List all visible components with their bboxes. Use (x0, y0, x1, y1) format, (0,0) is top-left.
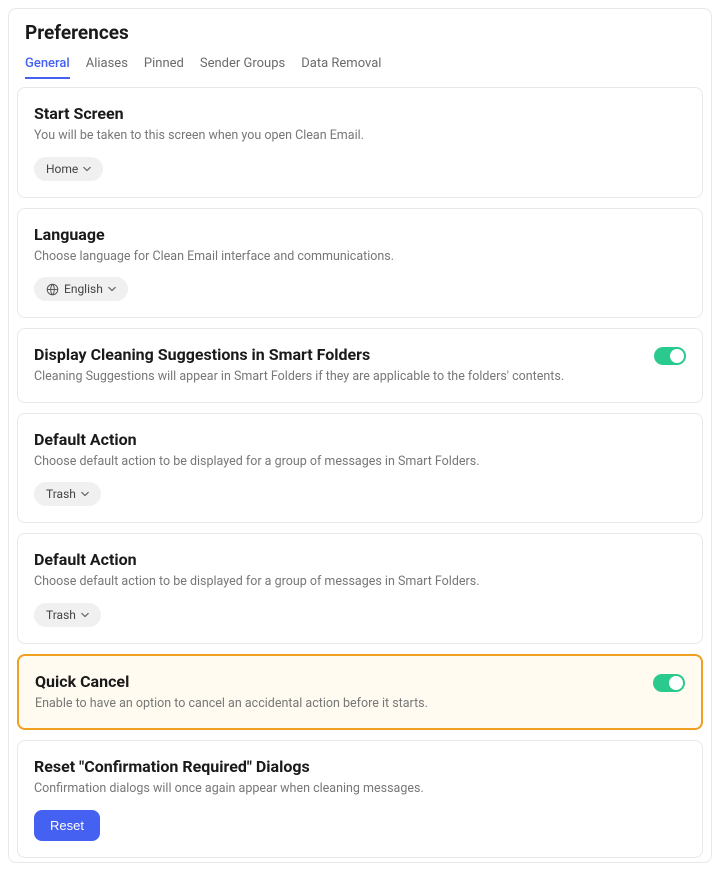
chevron-down-icon (108, 285, 116, 293)
default-action-select[interactable]: Trash (34, 482, 101, 506)
language-title: Language (34, 225, 686, 244)
preferences-panel: Preferences General Aliases Pinned Sende… (8, 8, 712, 863)
language-desc: Choose language for Clean Email interfac… (34, 248, 686, 266)
chevron-down-icon (81, 611, 89, 619)
page-title: Preferences (25, 21, 695, 44)
quick-cancel-toggle[interactable] (653, 674, 685, 692)
quick-cancel-title: Quick Cancel (35, 672, 653, 691)
default-action-card: Default Action Choose default action to … (17, 413, 703, 524)
default-action-title-2: Default Action (34, 550, 686, 569)
language-value: English (64, 282, 103, 296)
default-action-select-2[interactable]: Trash (34, 603, 101, 627)
cleaning-suggestions-title: Display Cleaning Suggestions in Smart Fo… (34, 345, 654, 364)
start-screen-title: Start Screen (34, 104, 686, 123)
start-screen-card: Start Screen You will be taken to this s… (17, 87, 703, 198)
default-action-value: Trash (46, 487, 76, 501)
chevron-down-icon (83, 165, 91, 173)
tab-pinned[interactable]: Pinned (144, 56, 184, 79)
tab-data-removal[interactable]: Data Removal (301, 56, 381, 79)
cleaning-suggestions-card: Display Cleaning Suggestions in Smart Fo… (17, 328, 703, 403)
quick-cancel-desc: Enable to have an option to cancel an ac… (35, 695, 653, 713)
start-screen-value: Home (46, 162, 78, 176)
cleaning-suggestions-toggle[interactable] (654, 347, 686, 365)
tabs: General Aliases Pinned Sender Groups Dat… (25, 56, 695, 79)
language-select[interactable]: English (34, 277, 128, 301)
quick-cancel-card: Quick Cancel Enable to have an option to… (17, 654, 703, 731)
cleaning-suggestions-desc: Cleaning Suggestions will appear in Smar… (34, 368, 654, 386)
chevron-down-icon (81, 490, 89, 498)
default-action-title: Default Action (34, 430, 686, 449)
reset-dialogs-card: Reset "Confirmation Required" Dialogs Co… (17, 740, 703, 858)
tab-aliases[interactable]: Aliases (86, 56, 128, 79)
default-action-card-2: Default Action Choose default action to … (17, 533, 703, 644)
default-action-value-2: Trash (46, 608, 76, 622)
tab-general[interactable]: General (25, 56, 70, 79)
reset-button[interactable]: Reset (34, 810, 100, 841)
start-screen-desc: You will be taken to this screen when yo… (34, 127, 686, 145)
tab-sender-groups[interactable]: Sender Groups (200, 56, 285, 79)
default-action-desc-2: Choose default action to be displayed fo… (34, 573, 686, 591)
reset-dialogs-title: Reset "Confirmation Required" Dialogs (34, 757, 686, 776)
globe-icon (46, 283, 59, 296)
default-action-desc: Choose default action to be displayed fo… (34, 453, 686, 471)
reset-dialogs-desc: Confirmation dialogs will once again app… (34, 780, 686, 798)
start-screen-select[interactable]: Home (34, 157, 103, 181)
language-card: Language Choose language for Clean Email… (17, 208, 703, 319)
